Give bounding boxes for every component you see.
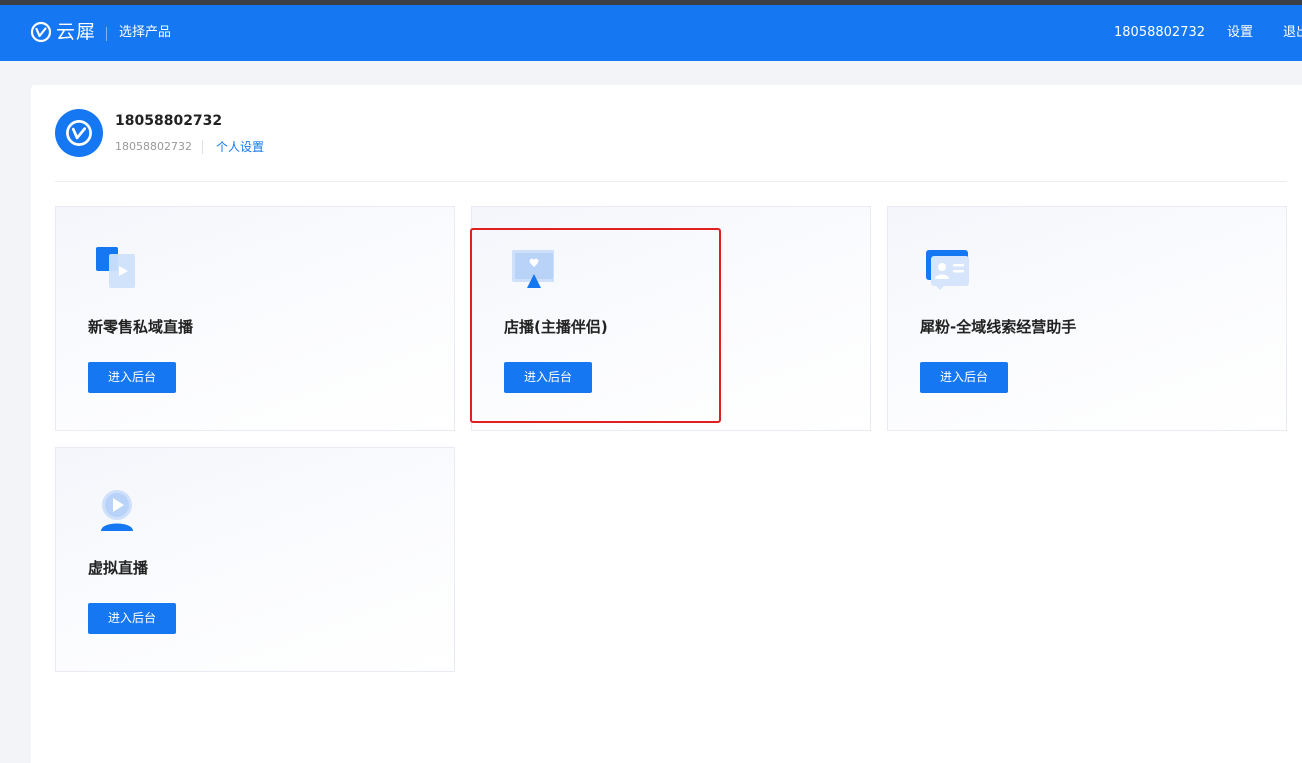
enter-backend-button[interactable]: 进入后台 <box>88 603 176 634</box>
product-card-store-live: 店播(主播伴侣) 进入后台 <box>471 206 871 431</box>
monitor-heart-icon <box>512 250 554 288</box>
product-card-retail-live: 新零售私域直播 进入后台 <box>55 206 455 431</box>
section-divider <box>55 181 1287 182</box>
enter-backend-button[interactable]: 进入后台 <box>88 362 176 393</box>
brand-logo[interactable]: 云犀 <box>30 21 96 43</box>
logo-text: 云犀 <box>56 21 97 43</box>
enter-backend-button[interactable]: 进入后台 <box>920 362 1008 393</box>
product-card-xifen-leads: 犀粉-全域线索经营助手 进入后台 <box>887 206 1287 431</box>
user-info-divider <box>202 140 203 154</box>
virtual-avatar-play-icon <box>101 490 133 531</box>
header-divider <box>106 27 107 41</box>
enter-backend-button[interactable]: 进入后台 <box>504 362 592 393</box>
contact-card-icon <box>926 250 969 290</box>
user-name: 18058802732 <box>115 113 223 129</box>
product-title: 虚拟直播 <box>88 559 149 577</box>
screens-play-icon <box>96 247 135 288</box>
account-phone[interactable]: 18058802732 <box>1114 24 1205 42</box>
logout-link[interactable]: 退出 <box>1283 24 1302 42</box>
product-title: 新零售私域直播 <box>88 318 194 336</box>
top-navigation-bar: 云犀 选择产品 18058802732 设置 退出 <box>0 5 1302 61</box>
product-card-virtual-live: 虚拟直播 进入后台 <box>55 447 455 672</box>
page-title: 选择产品 <box>119 25 172 40</box>
product-title: 犀粉-全域线索经营助手 <box>920 318 1077 336</box>
settings-link[interactable]: 设置 <box>1227 24 1253 42</box>
user-avatar-logo-icon <box>66 120 92 146</box>
product-title: 店播(主播伴侣) <box>504 318 608 336</box>
avatar <box>55 109 103 157</box>
yunxi-logo-icon <box>30 21 52 43</box>
user-account-id: 18058802732 <box>115 140 192 153</box>
personal-settings-link[interactable]: 个人设置 <box>216 139 264 155</box>
